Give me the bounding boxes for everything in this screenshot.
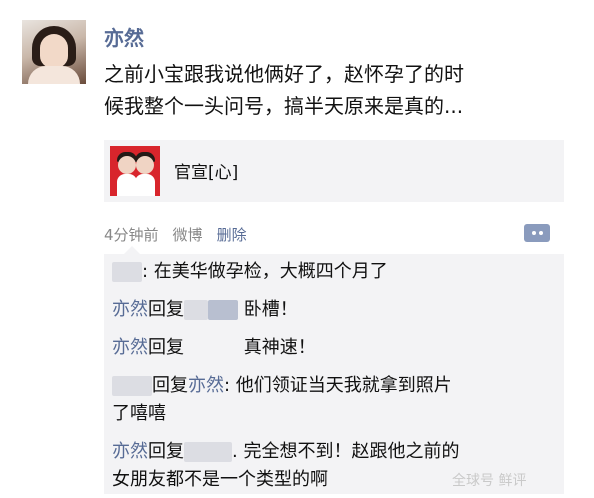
commenter-name[interactable]: 亦然 [188,375,224,396]
blurred-name [184,442,232,462]
comment-text-continued: 了嘻嘻 [112,403,166,424]
comment-button[interactable] [524,224,550,242]
comment-text: : 他们领证当天我就拿到照片 [224,375,452,396]
post-text: 之前小宝跟我说他俩好了，赵怀孕了的时 候我整个一头问号，搞半天原来是真的... [104,58,574,122]
avatar-face [40,34,68,68]
thumb-face-1 [118,156,136,174]
reply-word: 回复 [152,375,188,396]
commenter-name[interactable]: 亦然 [112,299,148,320]
comment-dot-icon [539,231,543,235]
thumb-shirt-2 [135,174,155,196]
post-source: 微博 [172,226,203,244]
reply-word: 回复 [148,299,184,320]
avatar[interactable] [22,20,86,84]
blurred-name [184,338,238,358]
delete-link[interactable]: 删除 [217,224,247,245]
commenter-name[interactable]: 亦然 [112,441,148,462]
comment-row[interactable]: : 在美华做孕检，大概四个月了 [112,258,556,286]
post-meta: 4分钟前 微博 删除 [104,224,247,245]
thumb-shirt-1 [117,174,137,196]
shared-link-card[interactable]: 官宣[心] [104,140,564,202]
comments-panel: : 在美华做孕检，大概四个月了 亦然回复 卧槽！ 亦然回复 真神速！ 回复亦然:… [104,246,564,494]
reply-word: 回复 [148,441,184,462]
share-thumbnail [110,146,160,196]
comment-row[interactable]: 亦然回复 卧槽！ [112,296,556,324]
thumb-face-2 [136,156,154,174]
comment-row[interactable]: 回复亦然: 他们领证当天我就拿到照片 了嘻嘻 [112,372,556,428]
watermark: 全球号 鲜评 [452,473,527,489]
blurred-name [208,300,238,320]
comment-row[interactable]: 亦然回复 真神速！ [112,334,556,362]
blurred-name [184,300,208,320]
post-text-line-2: 候我整个一头问号，搞半天原来是真的... [104,94,464,118]
blurred-name [112,262,142,282]
post-text-line-1: 之前小宝跟我说他俩好了，赵怀孕了的时 [104,62,464,86]
comment-text: 真神速！ [238,337,316,358]
comment-text: : 在美华做孕检，大概四个月了 [142,261,388,282]
reply-word: 回复 [148,337,184,358]
blurred-name [112,376,152,396]
commenter-name[interactable]: 亦然 [112,337,148,358]
post-time: 4分钟前 [104,226,159,244]
avatar-body [28,66,80,84]
comment-text: 卧槽！ [238,299,298,320]
post-username[interactable]: 亦然 [104,22,144,51]
share-title: 官宣[心] [174,163,239,183]
comment-text-continued: 女朋友都不是一个类型的啊 [112,469,328,490]
comment-text: . 完全想不到！赵跟他之前的 [232,441,460,462]
comment-dot-icon [532,231,536,235]
